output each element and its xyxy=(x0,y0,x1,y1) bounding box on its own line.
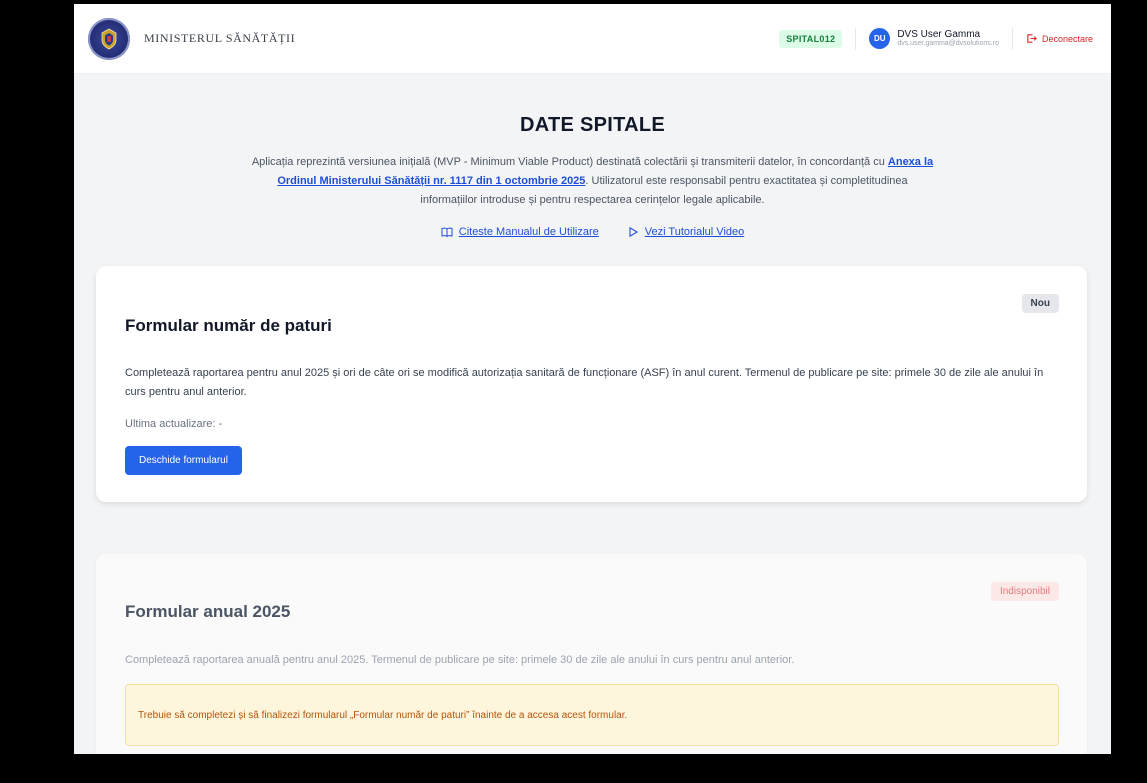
form-card-annual: Indisponibil Formular anual 2025 Complet… xyxy=(96,554,1087,754)
avatar: DU xyxy=(869,28,891,49)
user-menu[interactable]: DU DVS User Gamma dvs.user.gamma@dvsolut… xyxy=(869,28,999,49)
logout-icon xyxy=(1027,34,1037,43)
play-icon xyxy=(629,226,638,238)
last-update-text: Ultima actualizare: - xyxy=(125,418,223,430)
user-manual-link[interactable]: Citeste Manualul de Utilizare xyxy=(441,226,599,238)
open-form-button[interactable]: Deschide formularul xyxy=(125,446,242,475)
intro-section: DATE SPITALE Aplicația reprezintă versiu… xyxy=(74,74,1111,238)
header-divider xyxy=(1011,27,1013,50)
status-badge: Nou xyxy=(1021,294,1059,313)
book-icon xyxy=(441,227,453,238)
status-badge: Indisponibil xyxy=(990,582,1059,601)
form-description: Completează raportarea pentru anul 2025 … xyxy=(125,367,1044,398)
form-description: Completează raportarea anuală pentru anu… xyxy=(125,654,795,666)
logout-label: Deconectare xyxy=(1041,33,1093,44)
form-title: Formular număr de paturi xyxy=(125,316,332,335)
hospital-code-badge: SPITAL012 xyxy=(779,29,843,48)
header-divider xyxy=(855,27,857,50)
form-title: Formular anual 2025 xyxy=(125,602,291,621)
page-title: DATE SPITALE xyxy=(519,114,666,136)
video-tutorial-link[interactable]: Vezi Tutorialul Video xyxy=(627,226,744,238)
user-email: dvs.user.gamma@dvsolutions.ro xyxy=(897,40,999,48)
logout-button[interactable]: Deconectare xyxy=(1026,33,1093,44)
user-name: DVS User Gamma xyxy=(897,28,981,40)
intro-description: Aplicația reprezintă versiunea inițială … xyxy=(251,156,934,206)
top-bar: MINISTERUL SĂNĂTĂȚII SPITAL012 DU DVS Us… xyxy=(74,4,1111,74)
app-window: MINISTERUL SĂNĂTĂȚII SPITAL012 DU DVS Us… xyxy=(74,4,1111,754)
ministry-name: MINISTERUL SĂNĂTĂȚII xyxy=(144,31,296,45)
prerequisite-warning: Trebuie să completezi și să finalizezi f… xyxy=(125,684,1059,746)
form-card-beds: Nou Formular număr de paturi Completează… xyxy=(96,266,1087,502)
ministry-emblem-icon xyxy=(88,17,130,60)
